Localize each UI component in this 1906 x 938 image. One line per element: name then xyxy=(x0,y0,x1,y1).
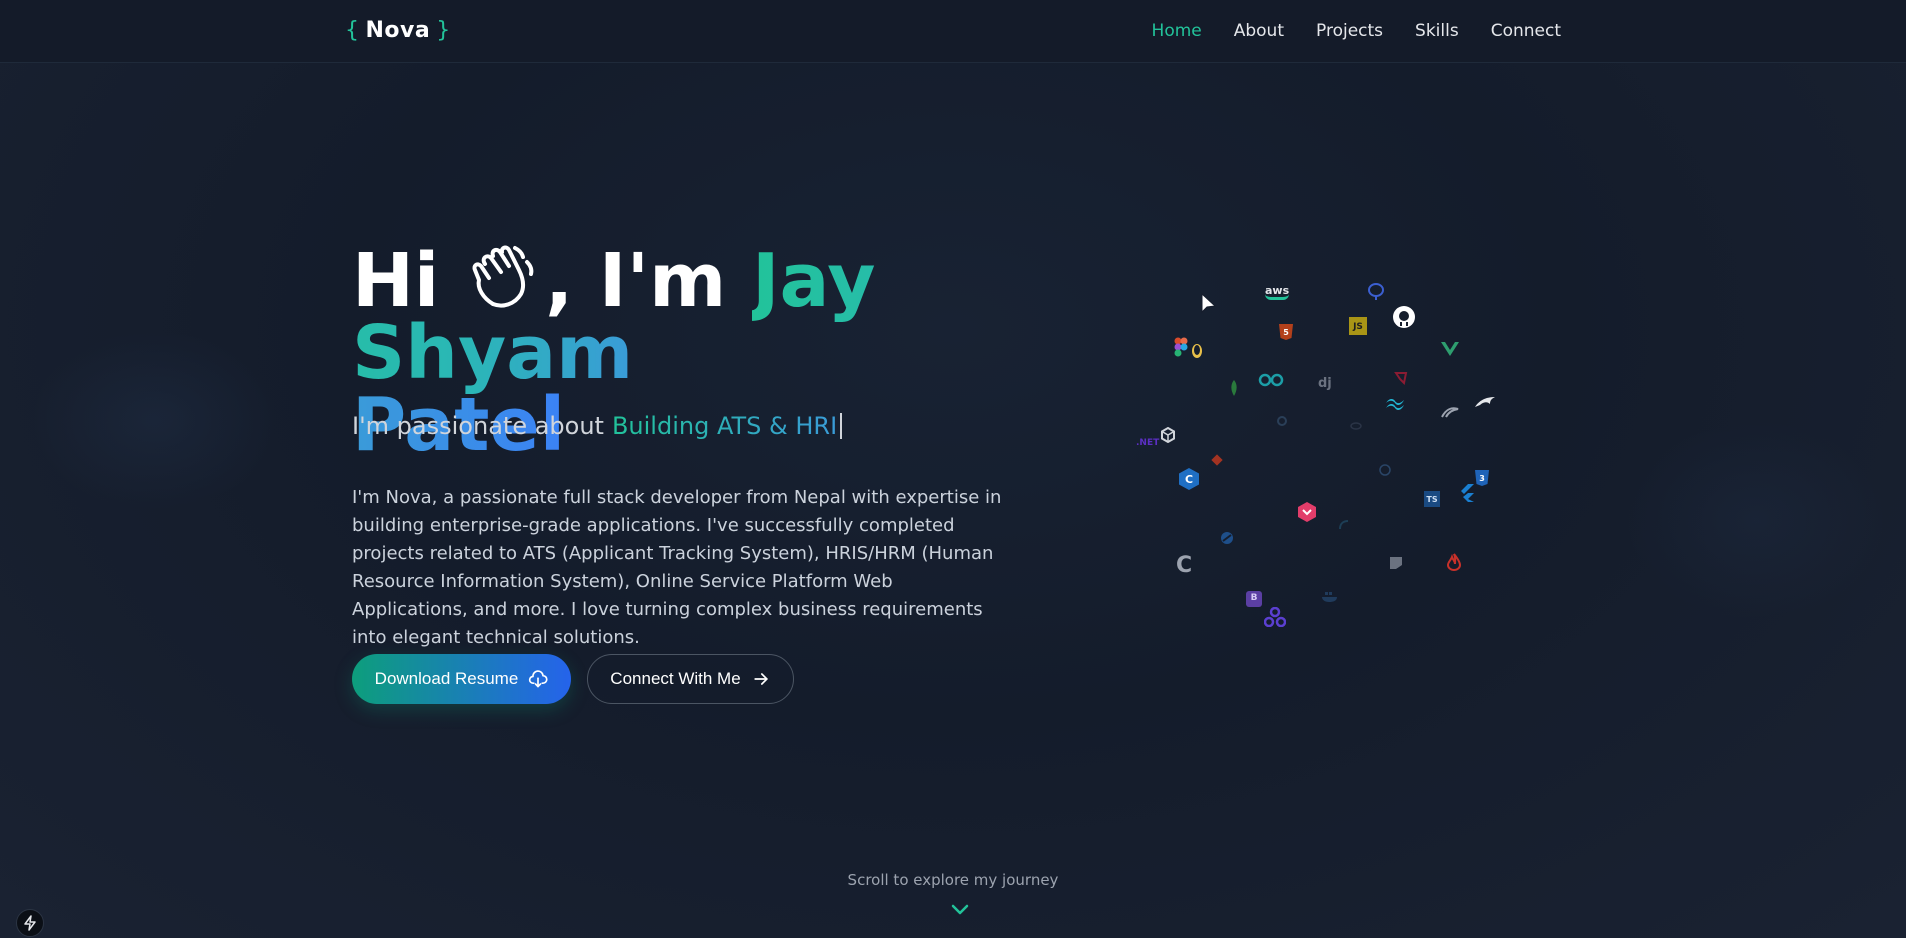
top-navbar: { Nova } Home About Projects Skills Conn… xyxy=(0,0,1906,63)
logo-name: Nova xyxy=(365,18,431,43)
mongodb-icon xyxy=(1230,379,1238,399)
arduino-icon xyxy=(1258,373,1284,389)
notion-icon xyxy=(1388,555,1404,573)
dolphin-icon xyxy=(1474,395,1496,411)
connect-with-me-button[interactable]: Connect With Me xyxy=(587,654,794,704)
download-resume-button[interactable]: Download Resume xyxy=(352,654,571,704)
electron-icon xyxy=(1350,420,1362,432)
svg-text:3: 3 xyxy=(1479,474,1485,483)
figma-icon xyxy=(1174,337,1188,359)
flutter-icon xyxy=(1458,483,1476,505)
scroll-hint-text: Scroll to explore my journey xyxy=(847,871,1059,889)
cloud-download-icon xyxy=(529,670,548,688)
javascript-icon: JS xyxy=(1349,317,1367,335)
nestjs-icon xyxy=(1394,371,1408,387)
nav-link-projects[interactable]: Projects xyxy=(1316,21,1383,41)
hero-bio: I'm Nova, a passionate full stack develo… xyxy=(352,487,1002,648)
graphql-node-icon xyxy=(1263,606,1287,629)
tagline-prefix: I'm passionate about xyxy=(352,412,604,440)
graphql-icon xyxy=(1378,463,1392,479)
nav-link-about[interactable]: About xyxy=(1234,21,1284,41)
html5-icon: 5 xyxy=(1278,323,1294,343)
svg-text:C: C xyxy=(1185,473,1193,486)
django-icon: dj xyxy=(1318,376,1332,391)
git-icon xyxy=(1210,453,1224,469)
github-icon xyxy=(1392,305,1416,331)
nav-link-home[interactable]: Home xyxy=(1152,21,1202,41)
typing-tagline: I'm passionate about Building ATS & HRI xyxy=(352,412,843,440)
firebase-icon xyxy=(1446,553,1462,573)
bootstrap-icon: B xyxy=(1246,591,1262,607)
arrow-right-icon xyxy=(754,673,768,685)
redux-icon xyxy=(1276,415,1288,429)
nav-link-connect[interactable]: Connect xyxy=(1491,21,1561,41)
skills-icon-cloud[interactable]: aws 5 JS dj .NET C 3 TS C B xyxy=(1130,275,1510,655)
csharp-icon: C xyxy=(1178,467,1200,493)
mouse-pointer-icon xyxy=(1201,292,1217,314)
nav-link-skills[interactable]: Skills xyxy=(1415,21,1459,41)
svg-text:5: 5 xyxy=(1283,328,1289,337)
logo-open-brace: { xyxy=(345,18,360,43)
jest-icon xyxy=(1338,519,1350,533)
background-glow-right xyxy=(1626,420,1886,620)
lightning-bolt-icon[interactable] xyxy=(16,909,44,937)
logo-close-brace: } xyxy=(436,18,451,43)
tagline-typed-text: Building ATS & HRI xyxy=(611,412,838,440)
postgresql-icon xyxy=(1366,281,1386,303)
connect-with-me-label: Connect With Me xyxy=(610,669,741,688)
vue-icon xyxy=(1440,341,1460,359)
tailwind-icon xyxy=(1384,397,1406,413)
dotnet-icon: .NET xyxy=(1136,438,1160,448)
background-glow-left xyxy=(30,330,280,510)
docker-icon xyxy=(1320,589,1340,605)
linux-icon xyxy=(1190,341,1204,361)
express-icon xyxy=(1220,531,1234,547)
unity-icon xyxy=(1160,426,1176,445)
site-logo[interactable]: { Nova } xyxy=(345,18,451,43)
typescript-icon: TS xyxy=(1424,491,1440,507)
c-lang-icon: C xyxy=(1176,553,1193,578)
download-resume-label: Download Resume xyxy=(374,669,519,688)
typing-caret xyxy=(840,413,843,439)
mysql-icon xyxy=(1440,405,1460,421)
chevron-down-icon[interactable] xyxy=(950,903,970,917)
aws-icon: aws xyxy=(1265,285,1289,300)
waving-hand-icon xyxy=(472,245,534,308)
svelte-icon xyxy=(1296,501,1318,525)
nav-links: Home About Projects Skills Connect xyxy=(1152,21,1561,41)
css3-icon: 3 xyxy=(1474,469,1490,489)
